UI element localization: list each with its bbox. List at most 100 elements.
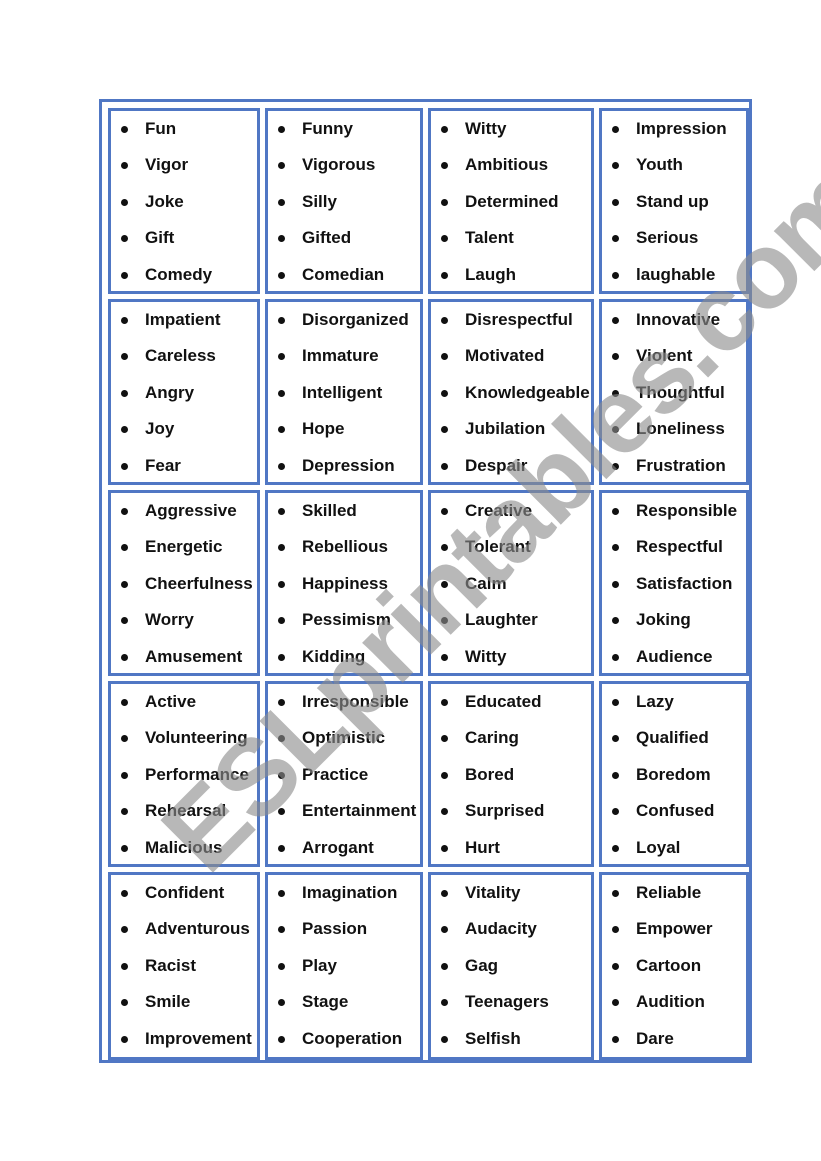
word-text: Youth — [636, 155, 683, 175]
word-text: Rebellious — [302, 537, 388, 557]
word-text: Frustration — [636, 455, 726, 475]
bullet-icon — [441, 317, 448, 324]
word-item: Malicious — [111, 834, 257, 870]
word-item: Comedian — [268, 261, 420, 297]
bullet-icon — [441, 999, 448, 1007]
word-item: Impatient — [111, 306, 257, 342]
bullet-icon — [278, 235, 285, 243]
word-item: Joking — [602, 606, 746, 642]
bullet-icon — [278, 735, 285, 743]
word-item: Fear — [111, 452, 257, 488]
word-text: Comedy — [145, 264, 213, 284]
word-item: Gift — [111, 224, 257, 260]
bullet-icon — [441, 962, 448, 970]
word-text: laughable — [636, 264, 716, 284]
bullet-icon — [612, 926, 619, 934]
word-text: Dare — [636, 1028, 674, 1048]
bullet-icon — [441, 771, 448, 779]
word-item: Reliable — [602, 879, 746, 915]
word-list: Reliable Empower Cartoon Audition Dare — [602, 879, 746, 1061]
bullet-icon — [278, 926, 285, 934]
word-item: Optimistic — [268, 724, 420, 760]
bullet-icon — [612, 508, 619, 515]
bullet-icon — [612, 962, 619, 970]
word-text: Amusement — [145, 646, 243, 666]
word-item: Fun — [111, 115, 257, 151]
word-text: Angry — [145, 382, 195, 402]
bullet-icon — [121, 462, 128, 470]
word-item: Kidding — [268, 643, 420, 679]
word-list: Irresponsible Optimistic Practice Entertain… — [268, 688, 420, 870]
word-item: Stage — [268, 988, 420, 1024]
word-text: Thoughtful — [636, 382, 725, 402]
bullet-icon — [278, 389, 285, 397]
word-text: Loyal — [636, 837, 681, 857]
word-text: Empower — [636, 919, 713, 939]
word-text: Respectful — [636, 537, 723, 557]
word-text: Aggressive — [145, 501, 237, 520]
bullet-icon — [278, 580, 285, 588]
bullet-icon — [441, 580, 448, 588]
word-text: Stand up — [636, 191, 709, 211]
bullet-icon — [278, 544, 285, 552]
word-item: Laughter — [431, 606, 591, 642]
word-item: Disorganized — [268, 306, 420, 342]
word-text: Gag — [465, 955, 499, 975]
word-card: Lazy Qualified Boredom Confused Loyal — [599, 681, 749, 867]
word-text: Hurt — [465, 837, 500, 857]
bullet-icon — [121, 544, 128, 552]
word-text: Reliable — [636, 883, 702, 902]
word-list: Responsible Respectful Satisfaction Joking A… — [602, 497, 746, 679]
word-item: Imagination — [268, 879, 420, 915]
word-text: Audacity — [465, 919, 537, 939]
word-card: Impression Youth Stand up Serious laughable — [599, 108, 749, 294]
word-item: Practice — [268, 761, 420, 797]
word-text: Fear — [145, 455, 181, 475]
word-card: Responsible Respectful Satisfaction Joking A… — [599, 490, 749, 676]
word-item: Cartoon — [602, 952, 746, 988]
word-list: Creative Tolerant Calm Laughter Witty — [431, 497, 591, 679]
word-item: Despair — [431, 452, 591, 488]
word-list: Lazy Qualified Boredom Confused Loyal — [602, 688, 746, 870]
word-item: Confused — [602, 797, 746, 833]
word-text: Comedian — [302, 264, 385, 284]
word-text: Intelligent — [302, 382, 383, 402]
word-text: Witty — [465, 119, 507, 138]
word-card: Witty Ambitious Determined Talent Laugh — [428, 108, 594, 294]
word-item: Selfish — [431, 1025, 591, 1061]
bullet-icon — [612, 653, 619, 661]
word-text: Optimistic — [302, 728, 386, 748]
bullet-icon — [612, 544, 619, 552]
word-text: Stage — [302, 992, 349, 1012]
bullet-icon — [121, 580, 128, 588]
word-item: Hope — [268, 415, 420, 451]
word-text: Educated — [465, 692, 542, 711]
word-text: Practice — [302, 764, 369, 784]
word-text: Calm — [465, 573, 507, 593]
word-item: Lazy — [602, 688, 746, 724]
bullet-icon — [121, 317, 128, 324]
word-item: Laugh — [431, 261, 591, 297]
word-card: Innovative Violent Thoughtful Loneliness Fru… — [599, 299, 749, 485]
vocabulary-table: Fun Vigor Joke Gift Comedy Funny Vigorous Silly… — [99, 99, 752, 1063]
word-list: Disorganized Immature Intelligent Hope Depre… — [268, 306, 420, 488]
word-list: Witty Ambitious Determined Talent Laugh — [431, 115, 591, 297]
bullet-icon — [121, 653, 128, 661]
word-text: Cooperation — [302, 1028, 403, 1048]
word-card: Disrespectful Motivated Knowledgeable Jubil… — [428, 299, 594, 485]
word-text: Happiness — [302, 573, 388, 593]
word-item: Improvement — [111, 1025, 257, 1061]
word-text: Laugh — [465, 264, 516, 284]
bullet-icon — [441, 462, 448, 470]
word-item: Smile — [111, 988, 257, 1024]
bullet-icon — [441, 653, 448, 661]
bullet-icon — [278, 808, 285, 816]
bullet-icon — [278, 999, 285, 1007]
bullet-icon — [278, 126, 285, 133]
word-text: Jubilation — [465, 419, 546, 439]
bullet-icon — [612, 844, 619, 852]
word-text: Malicious — [145, 837, 223, 857]
bullet-icon — [612, 426, 619, 434]
word-text: Boredom — [636, 764, 711, 784]
word-item: Vigor — [111, 151, 257, 187]
